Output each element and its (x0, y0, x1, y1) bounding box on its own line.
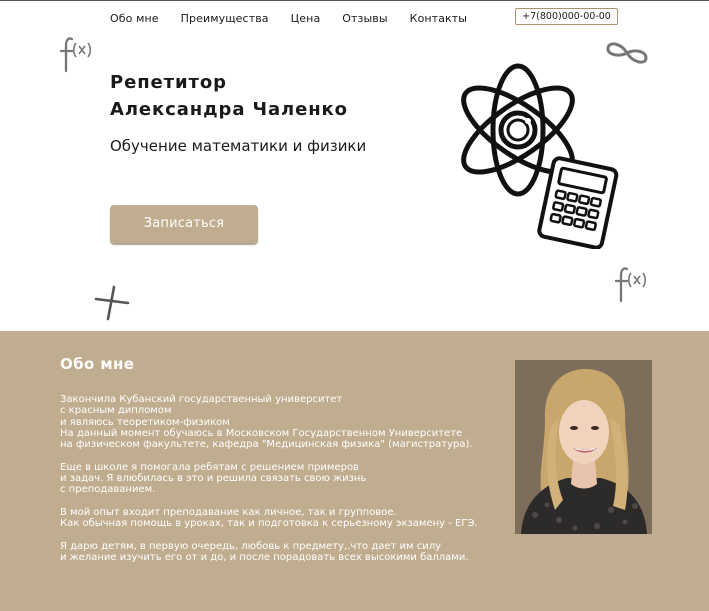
portrait-image (515, 360, 652, 534)
about-line: Я дарю детям, в первую очередь, любовь к… (60, 540, 442, 552)
about-line: с преподаванием. (60, 484, 156, 496)
nav-item-about[interactable]: Обо мне (110, 12, 159, 25)
about-paragraph: Закончила Кубанский государственный унив… (60, 394, 510, 450)
about-line: с красным дипломом (60, 405, 172, 417)
plus-icon (94, 285, 130, 321)
about-line: и задач. Я влюбилась в это и решила связ… (60, 473, 367, 485)
hero-title-line: Александра Чаленко (110, 99, 348, 120)
hero-title-line: Репетитор (110, 72, 227, 93)
about-title: Обо мне (60, 355, 135, 373)
about-line: Как обычная помощь в уроках, так и подго… (60, 518, 478, 530)
page: Обо мне Преимущества Цена Отзывы Контакт… (0, 0, 709, 611)
signup-button[interactable]: Записаться (110, 205, 258, 243)
about-line: Закончила Кубанский государственный унив… (60, 394, 343, 405)
function-fx-icon (614, 267, 647, 303)
nav-item-price[interactable]: Цена (291, 12, 321, 25)
nav-item-advantages[interactable]: Преимущества (181, 12, 269, 25)
hero-section: Обо мне Преимущества Цена Отзывы Контакт… (0, 0, 709, 331)
function-fx-icon (59, 37, 92, 73)
nav-item-contacts[interactable]: Контакты (410, 12, 467, 25)
about-paragraph: В мой опыт входит преподавание как лично… (60, 507, 510, 530)
hero-title: Репетитор Александра Чаленко (110, 69, 348, 123)
about-line: и желание изучить его от и до, и после п… (60, 552, 469, 564)
about-line: На данный момент обучаюсь в Московском Г… (60, 427, 463, 439)
about-text: Закончила Кубанский государственный унив… (60, 394, 510, 575)
phone-button[interactable]: +7(800)000-00-00 (515, 8, 618, 25)
about-paragraph: Я дарю детям, в первую очередь, любовь к… (60, 541, 510, 564)
tutor-photo (515, 360, 652, 534)
about-line: Еще в школе я помогала ребятам с решение… (60, 461, 359, 473)
infinity-icon (606, 42, 648, 64)
about-line: В мой опыт входит преподавание как лично… (60, 506, 397, 518)
about-paragraph: Еще в школе я помогала ребятам с решение… (60, 462, 510, 496)
about-line: на физическом факультете, кафедра "Медиц… (60, 439, 473, 451)
calculator-icon (537, 156, 619, 249)
main-nav: Обо мне Преимущества Цена Отзывы Контакт… (110, 10, 467, 26)
hero-subtitle: Обучение математики и физики (110, 137, 367, 155)
about-section: Обо мне Закончила Кубанский государствен… (0, 331, 709, 611)
nav-item-reviews[interactable]: Отзывы (342, 12, 387, 25)
about-line: и являюсь теоретиком-физиком (60, 416, 230, 428)
